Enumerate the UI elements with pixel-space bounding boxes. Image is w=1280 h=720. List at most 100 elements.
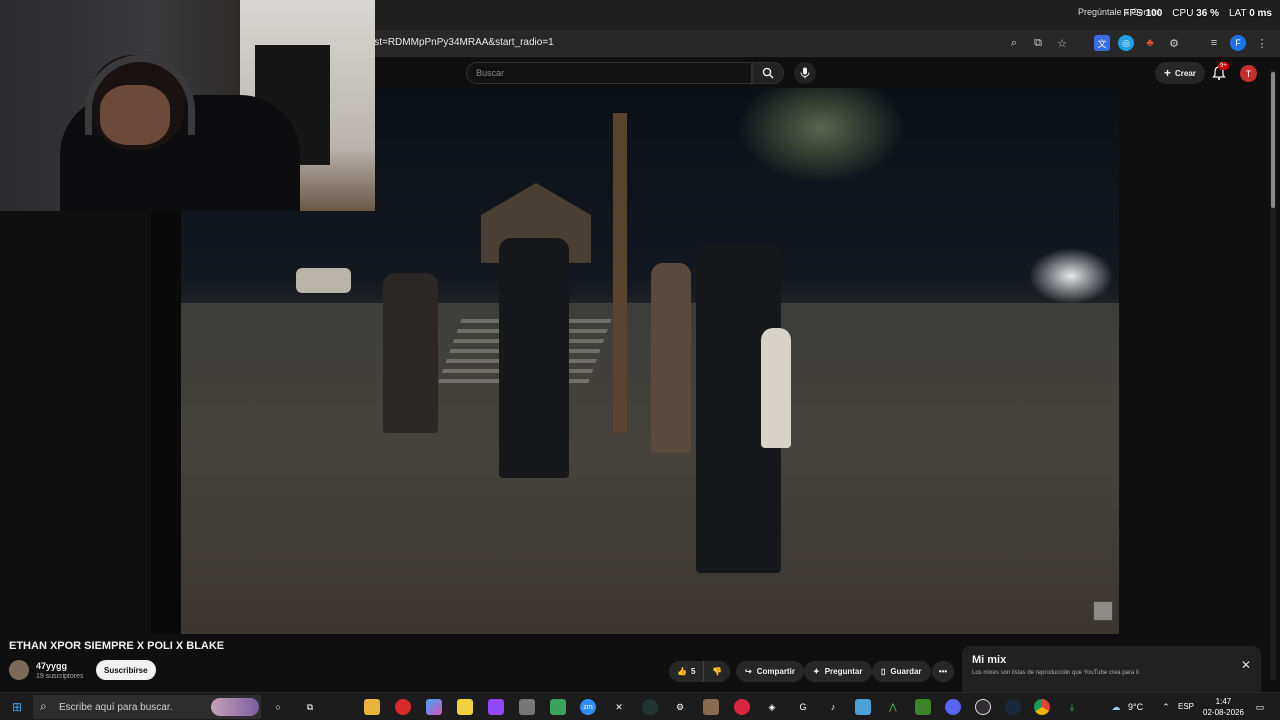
browser-toolbar: ⌕ ⧉ ☆ 文 ◎ ♣ ⚙ ≡ F ⋮ xyxy=(1006,35,1270,51)
like-button[interactable]: 👍 5 xyxy=(669,661,705,682)
subscribe-button[interactable]: Suscribirse xyxy=(96,660,156,680)
puzzle-icon[interactable]: ⚙ xyxy=(1166,35,1182,51)
address-bar[interactable]: ist=RDMMpPnPy34MRAA&start_radio=1 xyxy=(372,37,554,48)
create-button[interactable]: + Crear xyxy=(1155,62,1205,84)
video-pole xyxy=(613,113,627,433)
obs-icon[interactable] xyxy=(975,699,991,715)
menu-icon[interactable]: ⋮ xyxy=(1254,35,1270,51)
app-icon[interactable]: ⋀ xyxy=(885,699,901,715)
task-view-icon[interactable]: ⧉ xyxy=(302,699,318,715)
extension-icon[interactable]: ◎ xyxy=(1118,35,1134,51)
like-dislike-group: 👍 5 👎 xyxy=(669,661,731,682)
profile-icon[interactable]: F xyxy=(1230,35,1246,51)
sticky-notes-icon[interactable] xyxy=(457,699,473,715)
windows-taskbar: ⊞ ⌕ Escribe aquí para buscar. ○ ⧉ zm ✕ ⚙… xyxy=(0,692,1280,720)
notification-center-icon[interactable]: ▭ xyxy=(1252,699,1268,715)
share-button[interactable]: ↪ Compartir xyxy=(736,661,804,682)
chevron-up-icon[interactable]: ⌃ xyxy=(1158,699,1174,715)
language-indicator[interactable]: ESP xyxy=(1178,702,1194,711)
cpu-stat: CPU 36 % xyxy=(1172,8,1219,19)
video-person xyxy=(761,328,791,448)
zoom-icon[interactable]: ⌕ xyxy=(1006,35,1022,51)
fps-stat: FPS 100 xyxy=(1123,8,1163,19)
latency-stat: LAT 0 ms xyxy=(1229,8,1272,19)
thumbs-up-icon: 👍 xyxy=(677,667,687,676)
opera-icon[interactable] xyxy=(395,699,411,715)
tiktok-icon[interactable]: ♪ xyxy=(825,699,841,715)
file-explorer-icon[interactable] xyxy=(364,699,380,715)
more-actions-button[interactable]: ••• xyxy=(932,661,954,682)
ask-label: Preguntar xyxy=(824,667,863,676)
create-label: Crear xyxy=(1175,68,1196,78)
app-icon[interactable]: G xyxy=(795,699,811,715)
video-corner-thumbnail xyxy=(1093,601,1113,621)
mix-title: Mi mix xyxy=(972,654,1007,666)
search-placeholder: Buscar xyxy=(476,68,505,78)
mix-panel: Mi mix Los mixes son listas de reproducc… xyxy=(962,646,1261,694)
app-icon[interactable]: ◈ xyxy=(764,699,780,715)
settings-icon[interactable]: ⚙ xyxy=(672,699,688,715)
page-scrollbar-thumb[interactable] xyxy=(1271,72,1275,208)
screen: Pregúntale a Gemini FPS 100 CPU 36 % LAT… xyxy=(0,0,1280,720)
copilot-icon[interactable] xyxy=(426,699,442,715)
sparkle-icon: ✦ xyxy=(813,667,820,676)
video-street xyxy=(151,303,1119,634)
channel-name[interactable]: 47yygg xyxy=(36,661,67,671)
translate-icon[interactable]: 文 xyxy=(1094,35,1110,51)
search-icon xyxy=(762,67,774,79)
app-icon[interactable] xyxy=(703,699,719,715)
install-icon[interactable]: ⧉ xyxy=(1030,35,1046,51)
app-icon[interactable] xyxy=(734,699,750,715)
cloud-icon: ☁ xyxy=(1111,701,1121,712)
search-icon: ⌕ xyxy=(40,699,47,713)
close-icon[interactable]: ✕ xyxy=(1241,658,1251,672)
system-clock[interactable]: 1:47 02-08-2026 xyxy=(1203,696,1244,718)
video-title: ETHAN XPOR SIEMPRE X POLI X BLAKE xyxy=(9,640,225,652)
app-icon[interactable] xyxy=(855,699,871,715)
app-icon[interactable] xyxy=(550,699,566,715)
weather-temperature[interactable]: 9°C xyxy=(1128,702,1143,712)
account-avatar[interactable]: T xyxy=(1240,65,1257,82)
bookmark-icon: ▯ xyxy=(881,667,886,676)
windows-start-icon[interactable]: ⊞ xyxy=(9,699,25,715)
discord-icon[interactable] xyxy=(945,699,961,715)
performance-overlay: FPS 100 CPU 36 % LAT 0 ms xyxy=(1123,8,1272,19)
search-input[interactable]: Buscar xyxy=(466,62,752,84)
taskbar-search-placeholder: Escribe aquí para buscar. xyxy=(59,702,173,713)
minecraft-icon[interactable] xyxy=(915,699,931,715)
chrome-icon[interactable] xyxy=(1034,699,1050,715)
star-icon[interactable]: ☆ xyxy=(1054,35,1070,51)
cortana-icon[interactable]: ○ xyxy=(270,699,286,715)
twitch-icon[interactable] xyxy=(488,699,504,715)
channel-avatar[interactable] xyxy=(9,660,29,680)
plus-icon: + xyxy=(1164,66,1172,80)
mix-description: Los mixes son listas de reproducción que… xyxy=(972,670,1139,676)
voice-search-button[interactable] xyxy=(794,62,816,84)
video-person xyxy=(499,238,569,478)
search-highlight-image xyxy=(211,698,259,716)
taskbar-search-input[interactable]: ⌕ Escribe aquí para buscar. xyxy=(33,695,261,719)
video-person xyxy=(651,263,691,453)
share-label: Compartir xyxy=(756,667,795,676)
app-icon[interactable] xyxy=(642,699,658,715)
save-button[interactable]: ▯ Guardar xyxy=(872,661,931,682)
dislike-button[interactable]: 👎 xyxy=(704,661,730,682)
steam-icon[interactable] xyxy=(1005,699,1021,715)
tab-search-icon[interactable]: ≡ xyxy=(1206,35,1222,51)
download-icon[interactable]: ⤓ xyxy=(1064,699,1080,715)
clock-time: 1:47 xyxy=(1215,697,1232,706)
ask-button[interactable]: ✦ Preguntar xyxy=(804,661,872,682)
microphone-icon xyxy=(800,67,810,79)
search-button[interactable] xyxy=(752,62,784,84)
like-count: 5 xyxy=(690,667,696,676)
webcam-overlay xyxy=(0,0,375,211)
share-icon: ↪ xyxy=(745,667,752,676)
zoom-app-icon[interactable]: zm xyxy=(580,699,596,715)
save-label: Guardar xyxy=(890,667,922,676)
extension-icon[interactable]: ♣ xyxy=(1142,35,1158,51)
thumbs-down-icon: 👎 xyxy=(712,667,723,676)
capcut-icon[interactable]: ✕ xyxy=(611,699,627,715)
video-car xyxy=(296,268,351,293)
channel-subscribers: 19 suscriptores xyxy=(36,673,84,680)
app-icon[interactable] xyxy=(519,699,535,715)
